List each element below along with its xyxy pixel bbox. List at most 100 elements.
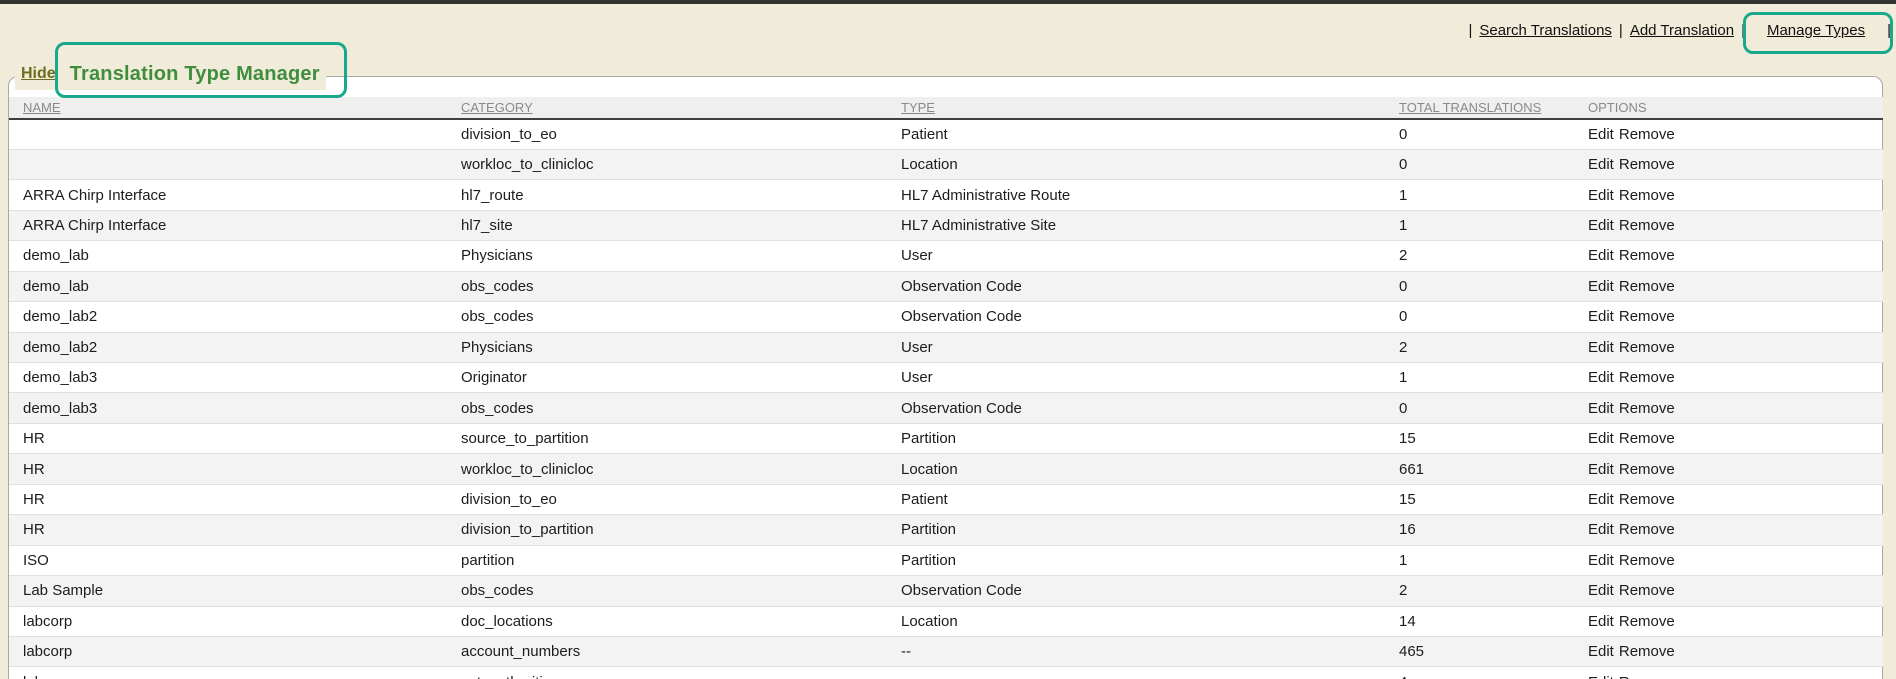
cell-name: HR bbox=[9, 454, 461, 484]
remove-link[interactable]: Remove bbox=[1619, 613, 1675, 630]
remove-link[interactable]: Remove bbox=[1619, 217, 1675, 234]
translation-table-body: division_to_eo Patient 0 EditRemove work… bbox=[9, 119, 1883, 679]
cell-name bbox=[9, 149, 461, 179]
edit-link[interactable]: Edit bbox=[1588, 308, 1614, 325]
cell-name: demo_lab2 bbox=[9, 302, 461, 332]
edit-link[interactable]: Edit bbox=[1588, 461, 1614, 478]
edit-link[interactable]: Edit bbox=[1588, 400, 1614, 417]
cell-options: Edit Remove bbox=[1588, 636, 1883, 666]
edit-link[interactable]: Edit bbox=[1588, 247, 1614, 264]
edit-link[interactable]: Edit bbox=[1588, 339, 1614, 356]
edit-link[interactable]: Edit bbox=[1588, 187, 1614, 204]
cell-category: obs_codes bbox=[461, 393, 901, 423]
remove-link[interactable]: Remove bbox=[1619, 126, 1675, 143]
cell-options: Edit Remove bbox=[1588, 180, 1883, 210]
edit-link[interactable]: Edit bbox=[1588, 278, 1614, 295]
cell-options: Edit Remove bbox=[1588, 545, 1883, 575]
remove-link[interactable]: Remove bbox=[1619, 156, 1675, 173]
column-header-name[interactable]: NAME bbox=[9, 97, 461, 119]
edit-link[interactable]: Edit bbox=[1588, 613, 1614, 630]
cell-total-translations: 16 bbox=[1399, 515, 1588, 545]
cell-name: demo_lab2 bbox=[9, 332, 461, 362]
page-title: Translation Type Manager bbox=[70, 63, 320, 86]
cell-options: Edit Remove bbox=[1588, 576, 1883, 606]
cell-options: Edit Remove bbox=[1588, 423, 1883, 453]
cell-category: workloc_to_clinicloc bbox=[461, 149, 901, 179]
table-row: demo_lab2 obs_codes Observation Code 0 E… bbox=[9, 302, 1883, 332]
remove-link[interactable]: Remove bbox=[1619, 339, 1675, 356]
edit-link[interactable]: Edit bbox=[1588, 552, 1614, 569]
cell-type: HL7 Administrative Site bbox=[901, 210, 1399, 240]
column-header-category[interactable]: CATEGORY bbox=[461, 97, 901, 119]
nav-separator: | bbox=[1887, 22, 1891, 39]
cell-name: Lab Sample bbox=[9, 576, 461, 606]
nav-link-manage-types[interactable]: Manage Types bbox=[1767, 22, 1865, 39]
translation-types-table: NAME CATEGORY TYPE TOTAL TRANSLATIONS OP… bbox=[9, 97, 1883, 679]
cell-type: Observation Code bbox=[901, 576, 1399, 606]
cell-category: obs_codes bbox=[461, 302, 901, 332]
column-header-total-translations[interactable]: TOTAL TRANSLATIONS bbox=[1399, 97, 1588, 119]
manage-types-highlight-box: Manage Types bbox=[1752, 11, 1880, 50]
remove-link[interactable]: Remove bbox=[1619, 308, 1675, 325]
cell-total-translations: 2 bbox=[1399, 241, 1588, 271]
cell-total-translations: 2 bbox=[1399, 332, 1588, 362]
table-row: demo_lab Physicians User 2 EditRemove bbox=[9, 241, 1883, 271]
cell-total-translations: 1 bbox=[1399, 180, 1588, 210]
remove-link[interactable]: Remove bbox=[1619, 491, 1675, 508]
cell-name: ARRA Chirp Interface bbox=[9, 180, 461, 210]
edit-link[interactable]: Edit bbox=[1588, 156, 1614, 173]
nav-link-search-translations[interactable]: Search Translations bbox=[1479, 22, 1612, 39]
cell-category: Originator bbox=[461, 363, 901, 393]
edit-link[interactable]: Edit bbox=[1588, 521, 1614, 538]
cell-options: Edit Remove bbox=[1588, 393, 1883, 423]
edit-link[interactable]: Edit bbox=[1588, 430, 1614, 447]
table-header-row: NAME CATEGORY TYPE TOTAL TRANSLATIONS OP… bbox=[9, 97, 1883, 119]
remove-link[interactable]: Remove bbox=[1619, 247, 1675, 264]
edit-link[interactable]: Edit bbox=[1588, 369, 1614, 386]
cell-type: Location bbox=[901, 454, 1399, 484]
hide-link[interactable]: Hide bbox=[21, 65, 56, 83]
cell-total-translations: 2 bbox=[1399, 576, 1588, 606]
edit-link[interactable]: Edit bbox=[1588, 217, 1614, 234]
cell-type: Observation Code bbox=[901, 271, 1399, 301]
cell-type: Partition bbox=[901, 423, 1399, 453]
cell-options: Edit Remove bbox=[1588, 302, 1883, 332]
remove-link[interactable]: Remove bbox=[1619, 643, 1675, 660]
cell-type: Observation Code bbox=[901, 302, 1399, 332]
cell-name: demo_lab bbox=[9, 241, 461, 271]
cell-name: ARRA Chirp Interface bbox=[9, 210, 461, 240]
column-header-type[interactable]: TYPE bbox=[901, 97, 1399, 119]
remove-link[interactable]: Remove bbox=[1619, 674, 1675, 679]
remove-link[interactable]: Remove bbox=[1619, 430, 1675, 447]
cell-options: Edit Remove bbox=[1588, 667, 1883, 679]
edit-link[interactable]: Edit bbox=[1588, 126, 1614, 143]
remove-link[interactable]: Remove bbox=[1619, 552, 1675, 569]
cell-options: Edit Remove bbox=[1588, 515, 1883, 545]
edit-link[interactable]: Edit bbox=[1588, 674, 1614, 679]
edit-link[interactable]: Edit bbox=[1588, 491, 1614, 508]
remove-link[interactable]: Remove bbox=[1619, 369, 1675, 386]
table-row: division_to_eo Patient 0 EditRemove bbox=[9, 119, 1883, 149]
remove-link[interactable]: Remove bbox=[1619, 278, 1675, 295]
cell-type: Partition bbox=[901, 545, 1399, 575]
nav-link-add-translation[interactable]: Add Translation bbox=[1630, 22, 1734, 39]
cell-total-translations: 4 bbox=[1399, 667, 1588, 679]
cell-type: Location bbox=[901, 606, 1399, 636]
cell-type: User bbox=[901, 241, 1399, 271]
edit-link[interactable]: Edit bbox=[1588, 643, 1614, 660]
table-row: ARRA Chirp Interface hl7_route HL7 Admin… bbox=[9, 180, 1883, 210]
cell-options: Edit Remove bbox=[1588, 241, 1883, 271]
remove-link[interactable]: Remove bbox=[1619, 521, 1675, 538]
cell-name: demo_lab bbox=[9, 271, 461, 301]
cell-total-translations: 15 bbox=[1399, 423, 1588, 453]
remove-link[interactable]: Remove bbox=[1619, 461, 1675, 478]
cell-type: Patient bbox=[901, 484, 1399, 514]
cell-options: Edit Remove bbox=[1588, 484, 1883, 514]
remove-link[interactable]: Remove bbox=[1619, 400, 1675, 417]
cell-options: Edit Remove bbox=[1588, 271, 1883, 301]
remove-link[interactable]: Remove bbox=[1619, 582, 1675, 599]
cell-category: division_to_eo bbox=[461, 484, 901, 514]
remove-link[interactable]: Remove bbox=[1619, 187, 1675, 204]
edit-link[interactable]: Edit bbox=[1588, 582, 1614, 599]
nav-separator: | bbox=[1619, 22, 1623, 39]
